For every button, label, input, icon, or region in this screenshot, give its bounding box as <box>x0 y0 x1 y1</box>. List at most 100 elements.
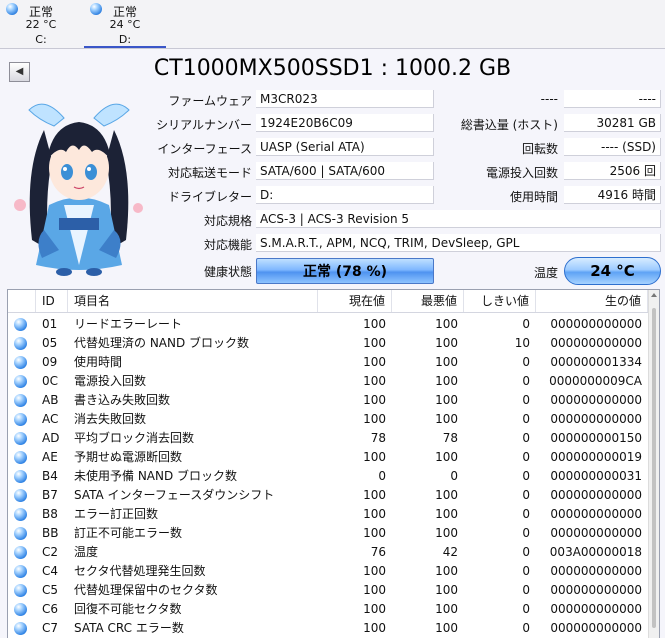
cell-threshold: 0 <box>522 564 530 578</box>
scroll-up-icon[interactable] <box>651 293 657 297</box>
status-good-icon <box>14 337 27 350</box>
cell-name: 未使用予備 NAND ブロック数 <box>74 469 238 483</box>
table-row[interactable]: C4 セクタ代替処理発生回数 100 100 0 000000000000 <box>8 562 648 581</box>
cell-worst: 42 <box>442 545 458 559</box>
power-on-hours-label: 使用時間 <box>509 190 558 204</box>
rotation-label: 回転数 <box>521 142 558 156</box>
cell-id: AB <box>42 393 59 407</box>
table-row[interactable]: AE 予期せぬ電源断回数 100 100 0 000000000019 <box>8 448 648 467</box>
health-status-button[interactable]: 正常 (78 %) <box>256 258 434 284</box>
column-header-raw[interactable]: 生の値 <box>536 290 648 312</box>
firmware-label: ファームウェア <box>168 94 252 108</box>
scrollbar-thumb[interactable] <box>652 308 656 628</box>
table-row[interactable]: B7 SATA インターフェースダウンシフト 100 100 0 000000000000 <box>8 486 648 505</box>
cell-worst: 78 <box>442 431 458 445</box>
cell-current: 100 <box>363 602 386 616</box>
cell-worst: 100 <box>435 336 458 350</box>
cell-raw: 000000000000 <box>550 583 642 597</box>
status-good-icon <box>14 394 27 407</box>
cell-name: 平均ブロック消去回数 <box>74 431 195 445</box>
cell-current: 100 <box>363 583 386 597</box>
column-header-threshold[interactable]: しきい値 <box>464 290 536 312</box>
temperature-label: 温度 <box>533 266 558 280</box>
rotation-value: ---- (SSD) <box>564 138 661 156</box>
cell-current: 100 <box>363 336 386 350</box>
table-row[interactable]: B4 未使用予備 NAND ブロック数 0 0 0 000000000031 <box>8 467 648 486</box>
table-row[interactable]: 0C 電源投入回数 100 100 0 0000000009CA <box>8 372 648 391</box>
cell-worst: 100 <box>435 355 458 369</box>
column-header-worst[interactable]: 最悪値 <box>392 290 464 312</box>
table-row[interactable]: B8 エラー訂正回数 100 100 0 000000000000 <box>8 505 648 524</box>
table-row[interactable]: C5 代替処理保留中のセクタ数 100 100 0 000000000000 <box>8 581 648 600</box>
table-row[interactable]: C7 SATA CRC エラー数 100 100 0 000000000000 <box>8 619 648 638</box>
cell-name: 使用時間 <box>74 355 123 369</box>
cell-current: 100 <box>363 621 386 635</box>
status-good-icon <box>14 318 27 331</box>
cell-raw: 000000000000 <box>550 526 642 540</box>
table-scrollbar[interactable] <box>648 290 659 638</box>
cell-id: 05 <box>42 336 58 350</box>
cell-worst: 100 <box>435 488 458 502</box>
cell-threshold: 0 <box>522 602 530 616</box>
standard-value: ACS-3 | ACS-3 Revision 5 <box>256 210 661 228</box>
table-row[interactable]: BB 訂正不可能エラー数 100 100 0 000000000000 <box>8 524 648 543</box>
drive-tabs: 正常 22 °C C: 正常 24 °C D: <box>0 0 665 49</box>
cell-threshold: 0 <box>522 526 530 540</box>
table-row[interactable]: C2 温度 76 42 0 003A00000018 <box>8 543 648 562</box>
table-row[interactable]: 05 代替処理済の NAND ブロック数 100 100 10 000000000000 <box>8 334 648 353</box>
cell-id: AD <box>42 431 60 445</box>
table-row[interactable]: AC 消去失敗回数 100 100 0 000000000000 <box>8 410 648 429</box>
column-header-id[interactable]: ID <box>36 290 68 312</box>
cell-id: C2 <box>42 545 59 559</box>
cell-id: AC <box>42 412 59 426</box>
host-writes-value: 30281 GB <box>564 114 661 132</box>
cell-raw: 000000000000 <box>550 412 642 426</box>
table-row[interactable]: AD 平均ブロック消去回数 78 78 0 000000000150 <box>8 429 648 448</box>
cell-worst: 100 <box>435 526 458 540</box>
cell-threshold: 0 <box>522 488 530 502</box>
cell-current: 100 <box>363 317 386 331</box>
disk-title: CT1000MX500SSD1 : 1000.2 GB <box>153 56 512 81</box>
cell-threshold: 0 <box>522 412 530 426</box>
status-good-icon <box>14 489 27 502</box>
temperature-button[interactable]: 24 °C <box>564 257 661 285</box>
status-good-icon <box>14 470 27 483</box>
previous-drive-button[interactable]: ◀ <box>9 62 30 82</box>
features-label: 対応機能 <box>203 238 252 252</box>
cell-current: 0 <box>378 469 386 483</box>
cell-current: 100 <box>363 374 386 388</box>
interface-value: UASP (Serial ATA) <box>256 138 434 156</box>
drive-tab-temp: 22 °C <box>25 18 57 31</box>
cell-threshold: 0 <box>522 507 530 521</box>
cell-worst: 100 <box>435 317 458 331</box>
cell-current: 100 <box>363 393 386 407</box>
cell-name: 消去失敗回数 <box>74 412 147 426</box>
table-row[interactable]: 09 使用時間 100 100 0 000000001334 <box>8 353 648 372</box>
power-on-count-label: 電源投入回数 <box>485 166 558 180</box>
cell-worst: 100 <box>435 602 458 616</box>
table-row[interactable]: AB 書き込み失敗回数 100 100 0 000000000000 <box>8 391 648 410</box>
power-on-count-value: 2506 回 <box>564 162 661 180</box>
cell-threshold: 0 <box>522 355 530 369</box>
column-header-status[interactable] <box>8 290 36 312</box>
cell-current: 100 <box>363 450 386 464</box>
table-row[interactable]: 01 リードエラーレート 100 100 0 000000000000 <box>8 315 648 334</box>
column-header-current[interactable]: 現在値 <box>318 290 392 312</box>
table-row[interactable]: C6 回復不可能セクタ数 100 100 0 000000000000 <box>8 600 648 619</box>
cell-name: 温度 <box>74 545 99 559</box>
drive-tab-d[interactable]: 正常 24 °C D: <box>84 0 166 48</box>
status-good-icon <box>14 413 27 426</box>
drive-tab-c[interactable]: 正常 22 °C C: <box>0 0 82 48</box>
cell-id: C6 <box>42 602 59 616</box>
cell-id: BB <box>42 526 59 540</box>
cell-threshold: 0 <box>522 374 530 388</box>
cell-worst: 100 <box>435 583 458 597</box>
cell-name: SATA CRC エラー数 <box>74 621 184 635</box>
column-header-name[interactable]: 項目名 <box>68 290 318 312</box>
cell-current: 100 <box>363 507 386 521</box>
cell-id: 09 <box>42 355 58 369</box>
health-label: 健康状態 <box>203 265 252 279</box>
cell-current: 100 <box>363 564 386 578</box>
cell-raw: 0000000009CA <box>549 374 642 388</box>
drive-letter-label: ドライブレター <box>167 190 252 204</box>
